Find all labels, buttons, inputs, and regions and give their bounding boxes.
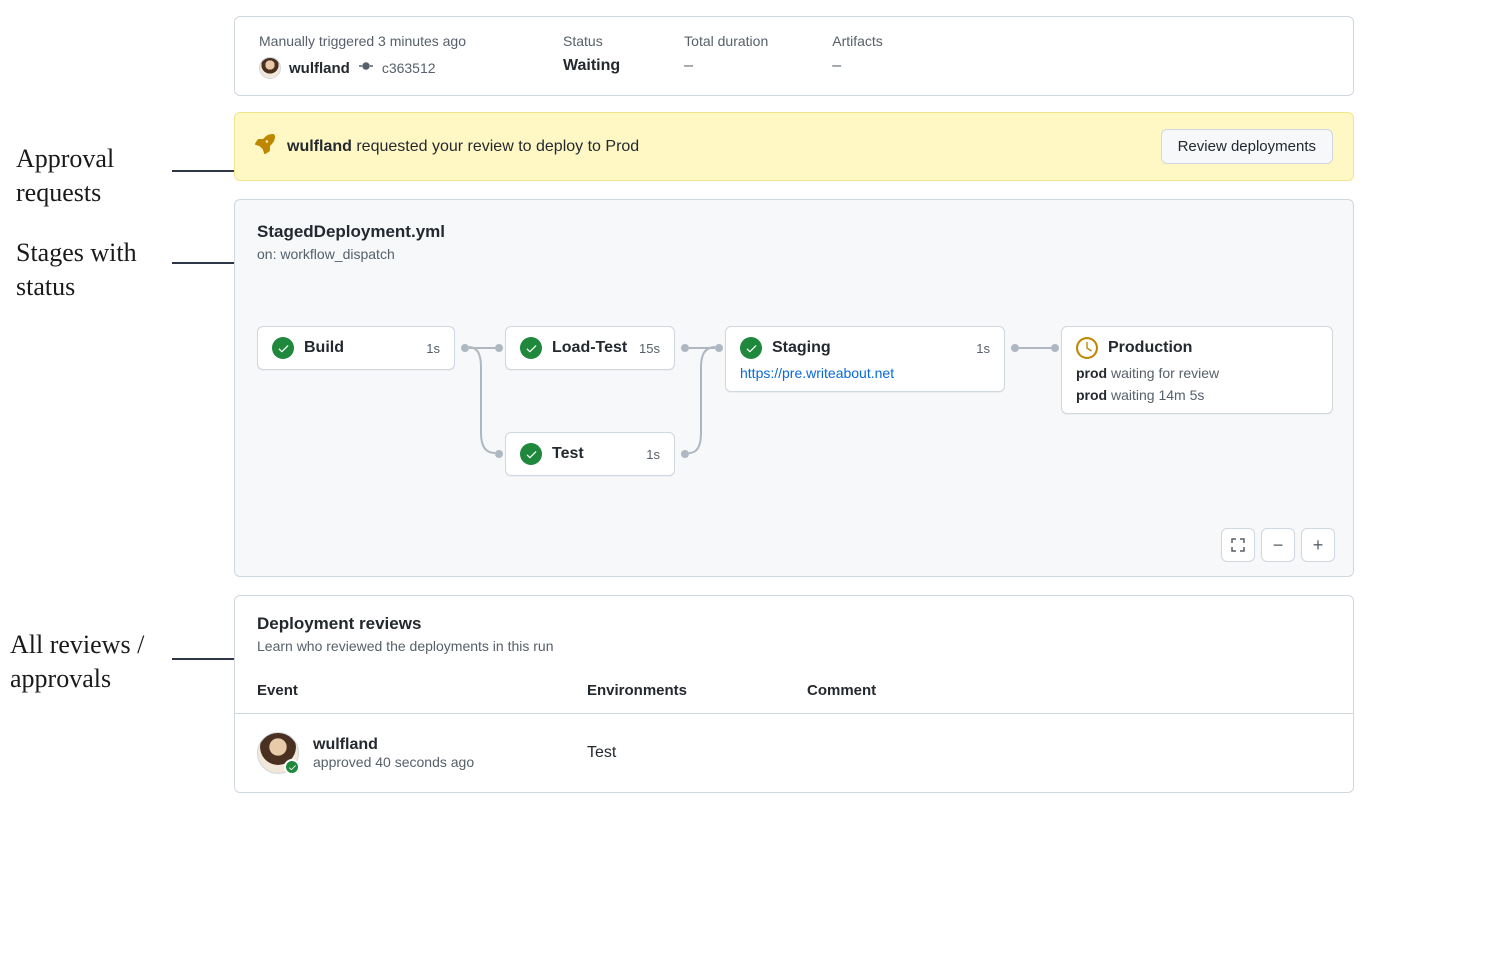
stage-test[interactable]: Test 1s (505, 432, 675, 476)
reviews-title: Deployment reviews (257, 614, 1331, 634)
clock-icon (1076, 337, 1098, 359)
reviews-table-header: Event Environments Comment (235, 668, 1353, 713)
production-detail-1: prod waiting for review (1076, 365, 1318, 381)
review-row: wulfland approved 40 seconds ago Test (235, 713, 1353, 792)
avatar (259, 57, 281, 79)
stage-build[interactable]: Build 1s (257, 326, 455, 370)
trigger-username[interactable]: wulfland (289, 60, 350, 77)
commit-icon (358, 58, 374, 78)
zoom-out-button[interactable]: − (1261, 528, 1295, 562)
success-icon (520, 337, 542, 359)
commit-hash[interactable]: c363512 (382, 60, 436, 76)
deployment-reviews-card: Deployment reviews Learn who reviewed th… (234, 595, 1354, 793)
approval-text: wulfland requested your review to deploy… (287, 138, 639, 156)
workflow-subtitle: on: workflow_dispatch (257, 246, 1331, 262)
workflow-graph: Build 1s Load-Test 15s (257, 302, 1331, 522)
success-icon (520, 443, 542, 465)
approval-banner: wulfland requested your review to deploy… (234, 112, 1354, 181)
review-deployments-button[interactable]: Review deployments (1161, 129, 1333, 164)
stage-production[interactable]: Production prod waiting for review prod … (1061, 326, 1333, 414)
rocket-icon (255, 134, 275, 159)
annotation-line (172, 170, 234, 172)
success-icon (740, 337, 762, 359)
annotation-line (172, 262, 234, 264)
artifacts-label: Artifacts (832, 33, 883, 49)
staging-url-link[interactable]: https://pre.writeabout.net (740, 365, 990, 381)
reviews-subtitle: Learn who reviewed the deployments in th… (257, 638, 1331, 654)
stage-loadtest[interactable]: Load-Test 15s (505, 326, 675, 370)
fullscreen-button[interactable] (1221, 528, 1255, 562)
duration-value: – (684, 57, 768, 75)
avatar (257, 732, 299, 774)
production-detail-2: prod waiting 14m 5s (1076, 387, 1318, 403)
annotation-approval: Approvalrequests (16, 142, 114, 210)
workflow-card: StagedDeployment.yml on: workflow_dispat… (234, 199, 1354, 577)
approved-badge-icon (284, 759, 300, 775)
trigger-label: Manually triggered 3 minutes ago (259, 33, 499, 49)
review-action: approved 40 seconds ago (313, 754, 474, 770)
zoom-in-button[interactable]: + (1301, 528, 1335, 562)
status-value: Waiting (563, 57, 620, 75)
success-icon (272, 337, 294, 359)
duration-label: Total duration (684, 33, 768, 49)
annotation-reviews: All reviews /approvals (10, 628, 144, 696)
annotation-stages: Stages withstatus (16, 236, 137, 304)
stage-staging[interactable]: Staging 1s https://pre.writeabout.net (725, 326, 1005, 392)
artifacts-value: – (832, 57, 883, 75)
workflow-title: StagedDeployment.yml (257, 222, 1331, 242)
run-summary-card: Manually triggered 3 minutes ago wulflan… (234, 16, 1354, 96)
status-label: Status (563, 33, 620, 49)
review-user[interactable]: wulfland (313, 736, 474, 754)
annotation-line (172, 658, 234, 660)
review-env: Test (587, 744, 807, 762)
